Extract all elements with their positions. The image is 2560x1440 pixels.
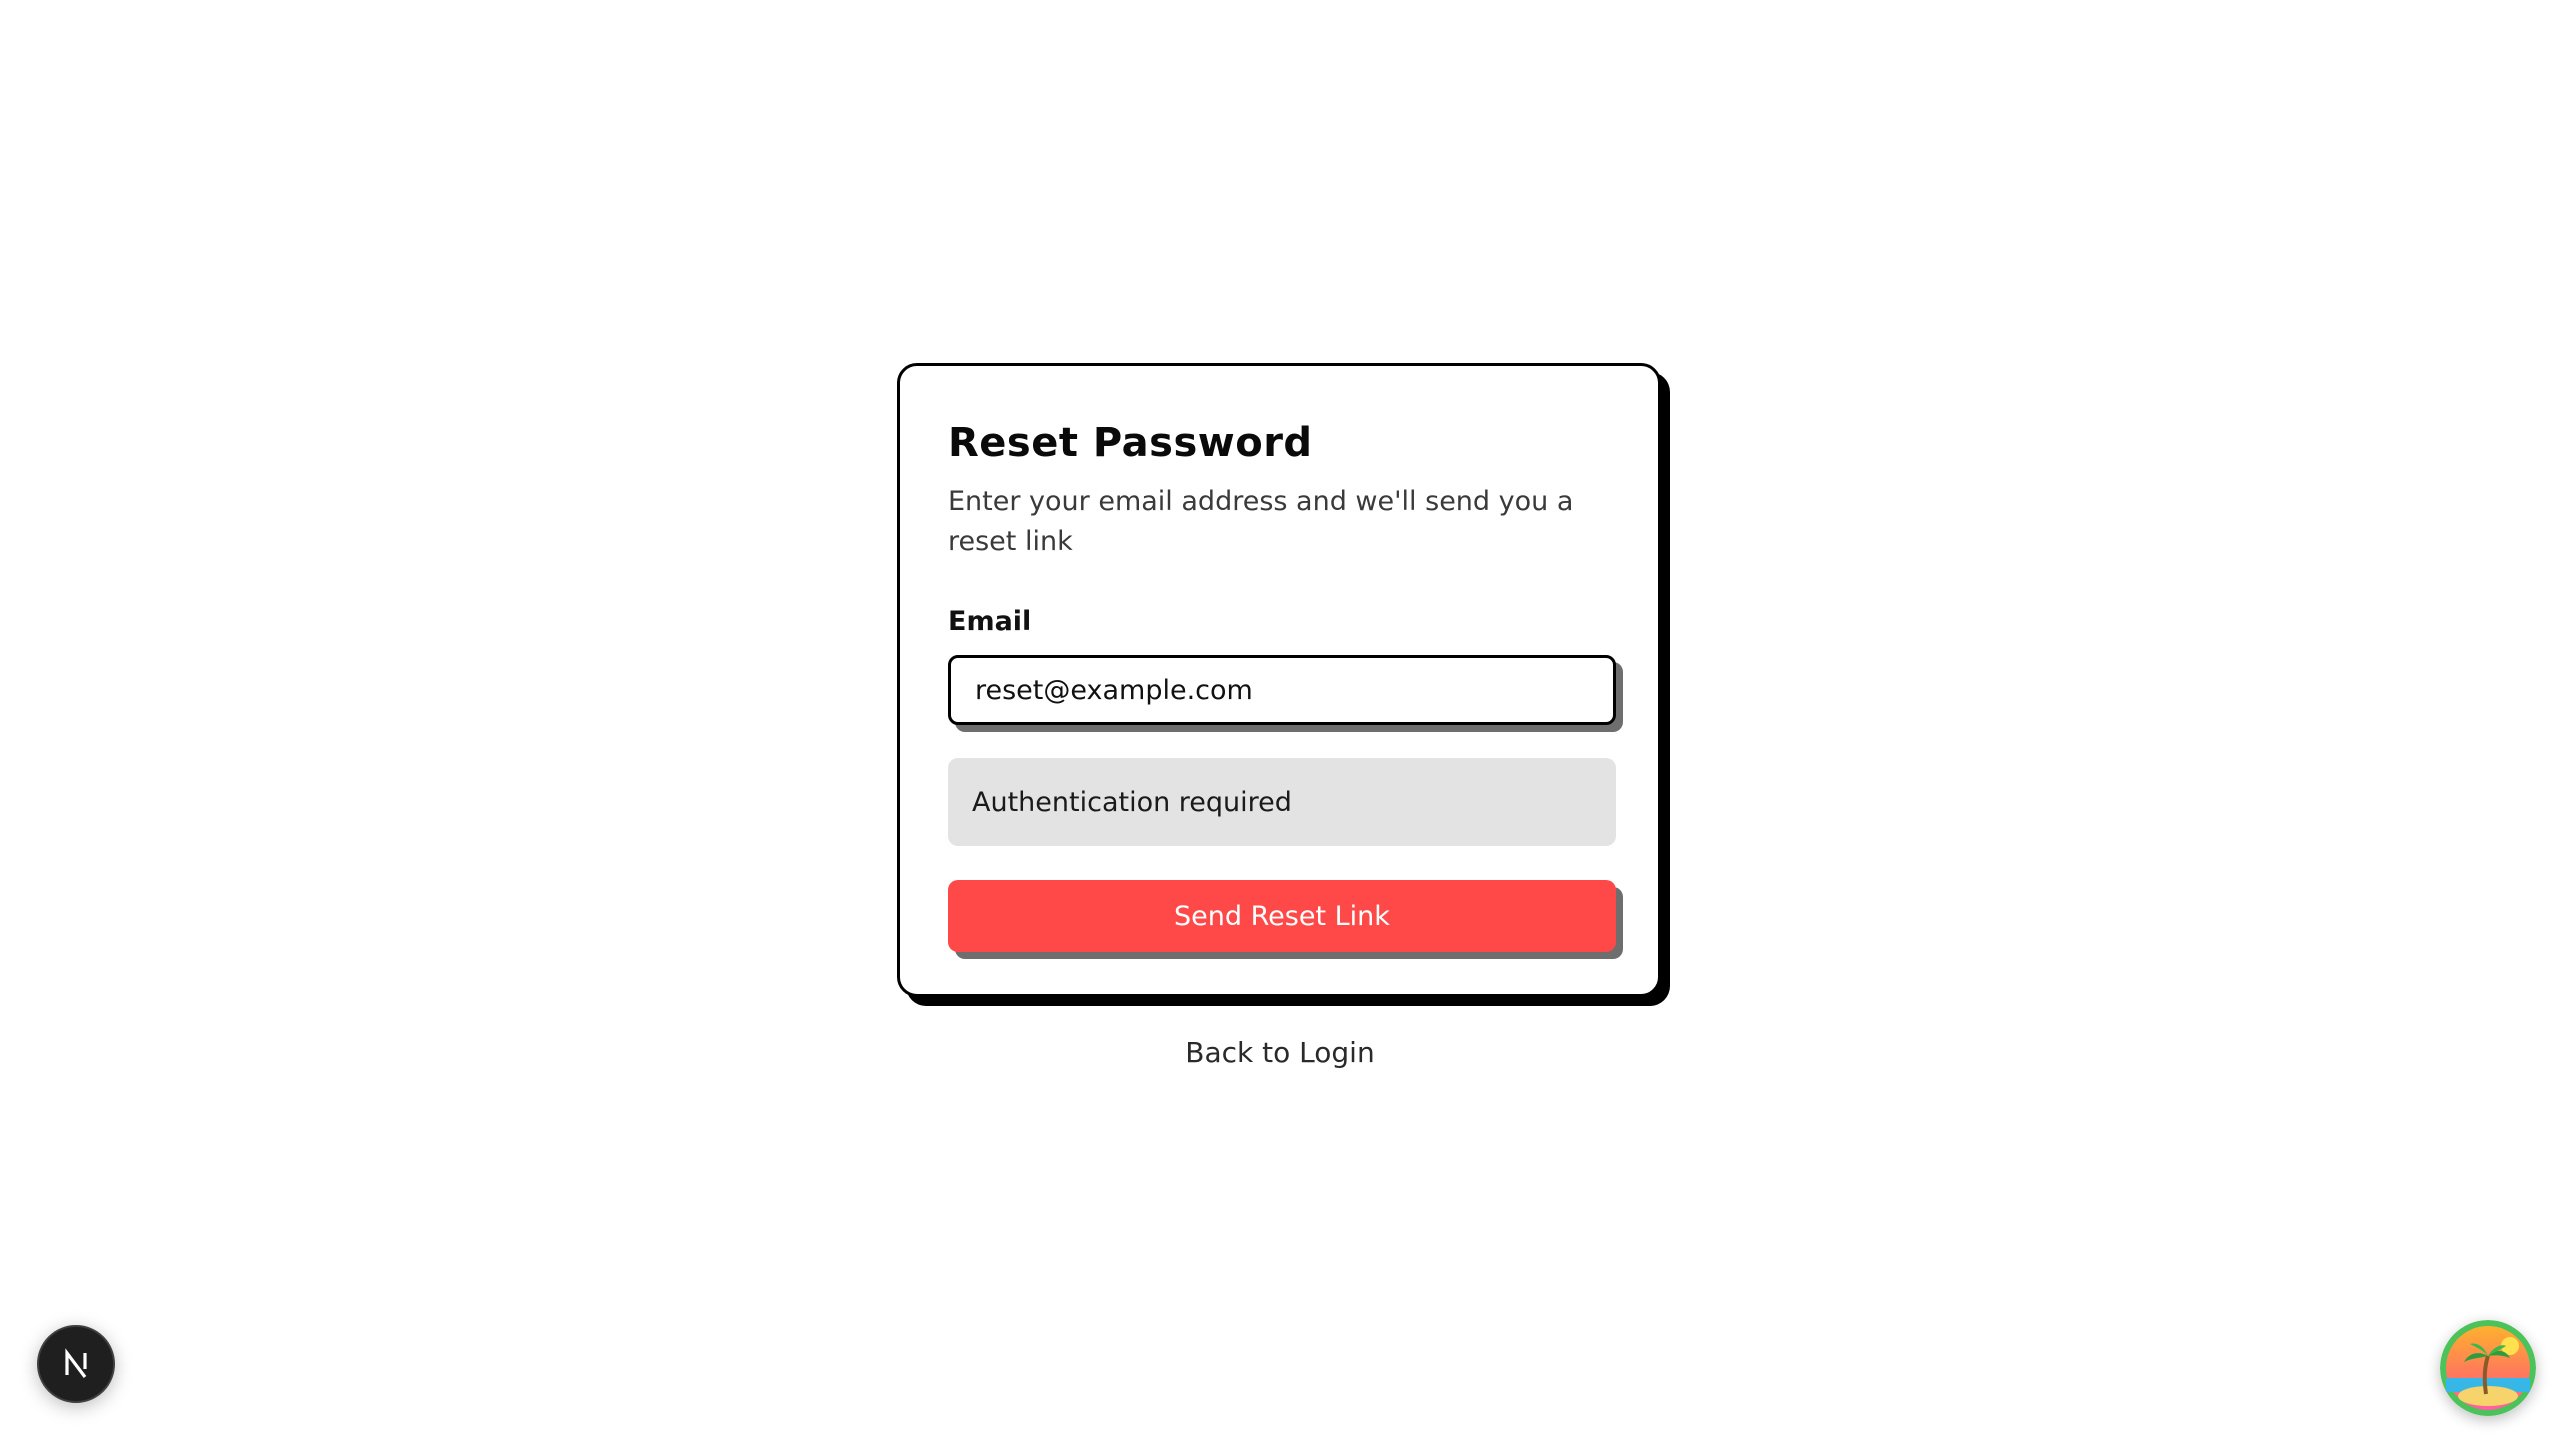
email-field[interactable] [948,655,1616,725]
page-title: Reset Password [948,420,1313,466]
tropical-island-icon [2440,1320,2536,1416]
back-to-login-link[interactable]: Back to Login [0,1036,2560,1069]
email-label: Email [948,606,1032,637]
app-avatar[interactable] [2440,1320,2536,1416]
page-subtitle: Enter your email address and we'll send … [948,486,1574,557]
nextjs-logo-icon [65,1348,87,1378]
send-reset-link-button[interactable]: Send Reset Link [948,880,1616,952]
page: Reset Password Enter your email address … [0,0,2560,1440]
nextjs-dev-indicator[interactable] [37,1325,115,1403]
alert-message: Authentication required [972,786,1292,818]
reset-password-card: Reset Password Enter your email address … [897,363,1661,997]
back-to-login-label[interactable]: Back to Login [1185,1036,1374,1069]
auth-required-alert: Authentication required [948,758,1616,846]
